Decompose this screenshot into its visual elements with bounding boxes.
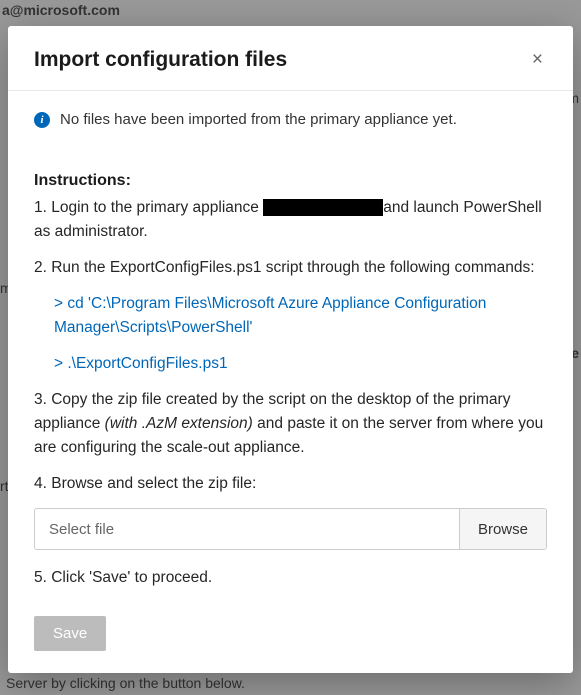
command-block: > cd 'C:\Program Files\Microsoft Azure A… [54, 292, 547, 376]
file-select-row: Browse [34, 508, 547, 550]
instruction-step-1: 1. Login to the primary appliance and la… [34, 196, 547, 244]
redacted-hostname [263, 199, 383, 216]
info-banner: i No files have been imported from the p… [34, 111, 547, 128]
step3-italic: (with .AzM extension) [105, 415, 253, 432]
background-text-bottom: Server by clicking on the button below. [6, 675, 245, 691]
modal-body: i No files have been imported from the p… [8, 91, 573, 673]
step1-prefix: 1. Login to the primary appliance [34, 199, 263, 216]
background-text-top: a@microsoft.com [2, 2, 120, 18]
browse-button[interactable]: Browse [459, 509, 546, 549]
close-button[interactable]: × [528, 48, 547, 71]
file-select-input[interactable] [35, 509, 459, 549]
info-icon: i [34, 112, 50, 128]
instruction-step-5: 5. Click 'Save' to proceed. [34, 566, 547, 590]
instruction-step-2: 2. Run the ExportConfigFiles.ps1 script … [34, 256, 547, 280]
modal-header: Import configuration files × [8, 26, 573, 91]
command-cd: > cd 'C:\Program Files\Microsoft Azure A… [54, 292, 547, 340]
save-button[interactable]: Save [34, 616, 106, 651]
instruction-step-3: 3. Copy the zip file created by the scri… [34, 388, 547, 460]
instructions-heading: Instructions: [34, 172, 547, 190]
command-export: > .\ExportConfigFiles.ps1 [54, 352, 547, 376]
import-config-modal: Import configuration files × i No files … [8, 26, 573, 673]
modal-title: Import configuration files [34, 48, 287, 72]
info-message: No files have been imported from the pri… [60, 111, 457, 128]
close-icon: × [532, 49, 543, 70]
instruction-step-4: 4. Browse and select the zip file: [34, 472, 547, 496]
